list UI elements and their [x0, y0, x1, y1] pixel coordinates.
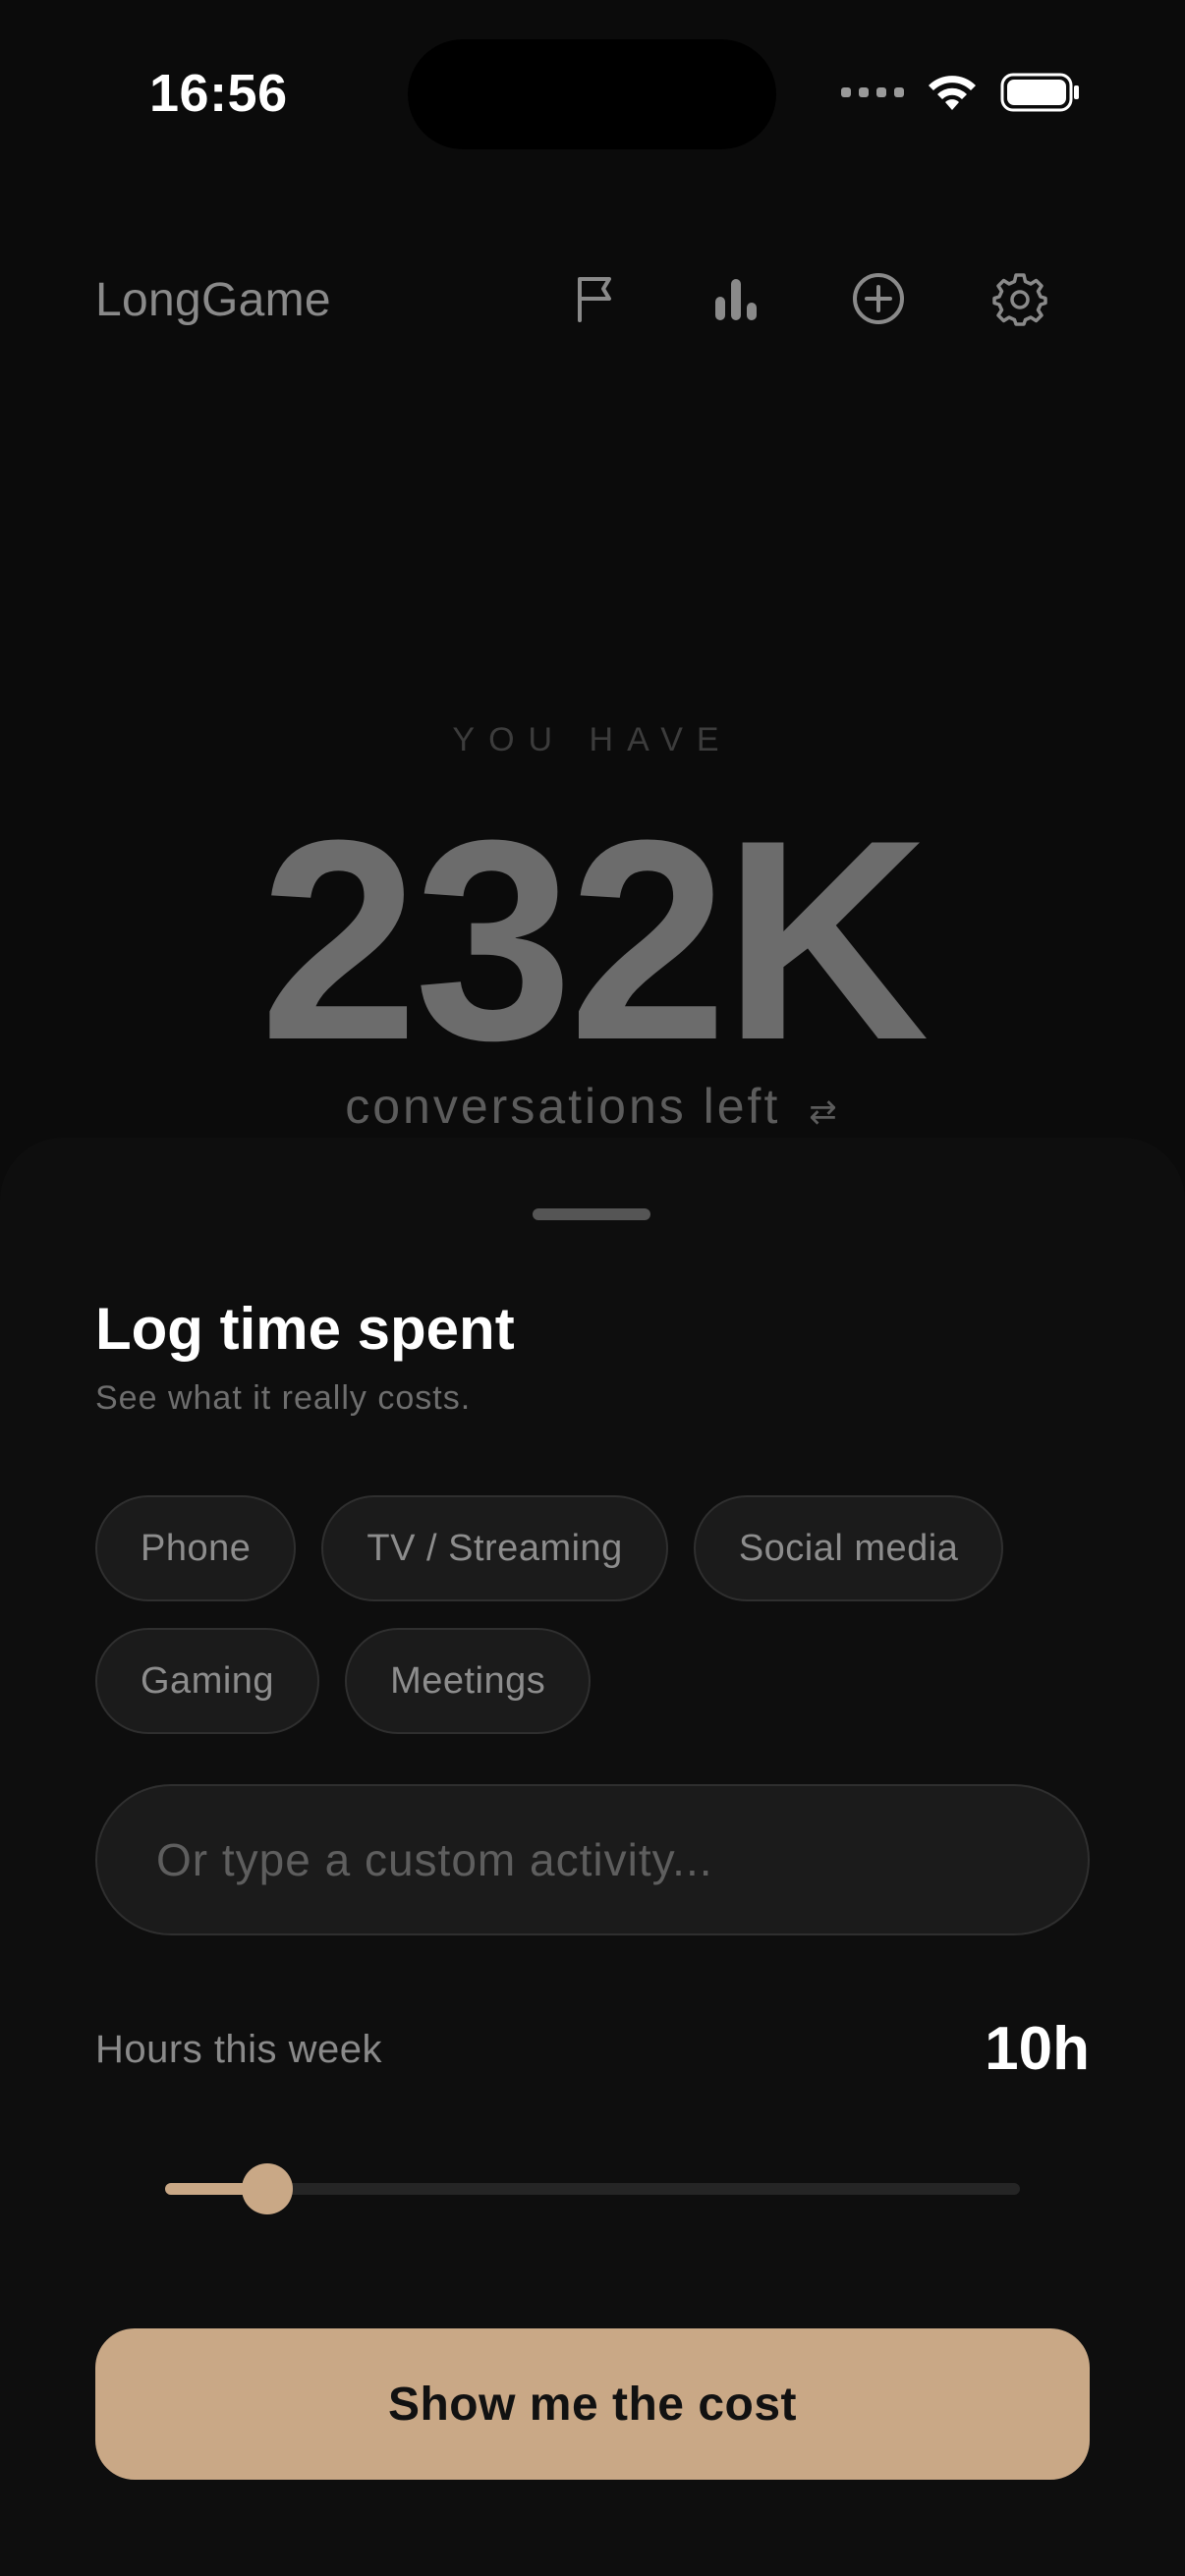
hero-subtitle-text: conversations left	[345, 1079, 781, 1134]
chip-tv-streaming[interactable]: TV / Streaming	[321, 1495, 668, 1601]
hours-slider-thumb[interactable]	[242, 2163, 294, 2214]
screen: 16:56 LongGame YOU HAVE 232K conversatio…	[0, 0, 1185, 2576]
activity-chips-row-1: Phone TV / Streaming Social media	[95, 1495, 1004, 1601]
sheet-grabber[interactable]	[533, 1208, 650, 1220]
chip-phone[interactable]: Phone	[95, 1495, 297, 1601]
sheet-subtitle: See what it really costs.	[95, 1379, 472, 1417]
wifi-icon	[929, 76, 976, 110]
chip-meetings[interactable]: Meetings	[345, 1628, 592, 1734]
status-time: 16:56	[149, 64, 288, 123]
sheet-title: Log time spent	[95, 1296, 515, 1362]
hero-kicker: YOU HAVE	[452, 721, 733, 758]
gear-icon[interactable]	[992, 271, 1047, 326]
log-time-sheet: Log time spent See what it really costs.…	[0, 1138, 1185, 2576]
battery-icon	[1000, 73, 1079, 112]
bar-chart-icon[interactable]	[709, 271, 764, 326]
show-cost-button[interactable]: Show me the cost	[95, 2328, 1090, 2480]
chip-social-media[interactable]: Social media	[693, 1495, 1004, 1601]
plus-circle-icon[interactable]	[851, 271, 906, 326]
activity-chips-row-2: Gaming Meetings	[95, 1628, 592, 1734]
flag-icon[interactable]	[568, 271, 623, 326]
swap-icon: ⇄	[809, 1093, 840, 1131]
custom-activity-input[interactable]: Or type a custom activity...	[95, 1784, 1090, 1935]
chip-gaming[interactable]: Gaming	[95, 1628, 320, 1734]
cellular-signal-icon	[841, 87, 904, 97]
hours-value: 10h	[985, 2015, 1090, 2083]
app-title: LongGame	[95, 274, 331, 326]
status-icons	[841, 73, 1081, 112]
hero-subtitle[interactable]: conversations left ⇄	[0, 1078, 1185, 1135]
hero-number: 232K	[259, 781, 929, 1099]
dynamic-island	[408, 39, 776, 149]
hours-label: Hours this week	[95, 2028, 383, 2071]
hours-slider[interactable]	[165, 2163, 1020, 2214]
